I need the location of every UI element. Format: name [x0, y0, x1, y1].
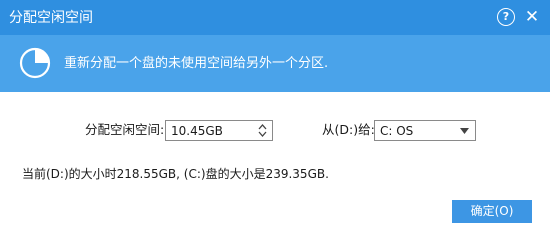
stepper-arrows-icon[interactable] — [258, 123, 267, 138]
ok-button[interactable]: 确定(O) — [452, 200, 532, 223]
window-title: 分配空闲空间 — [9, 10, 93, 26]
size-stepper[interactable]: 10.45GB — [165, 120, 273, 141]
pie-chart-icon — [19, 47, 51, 79]
target-partition-value[interactable]: C: OS — [380, 123, 413, 139]
size-info-text: 当前(D:)的大小时218.55GB, (C:)盘的大小是239.35GB. — [22, 167, 329, 181]
title-bar: 分配空闲空间 ? ✕ — [0, 0, 550, 35]
banner-text: 重新分配一个盘的未使用空间给另外一个分区. — [64, 56, 329, 71]
source-label: 从(D:)给: — [322, 122, 375, 137]
info-banner: 重新分配一个盘的未使用空间给另外一个分区. — [0, 35, 550, 92]
close-button[interactable]: ✕ — [523, 8, 541, 26]
chevron-down-icon[interactable] — [460, 128, 469, 134]
help-button[interactable]: ? — [497, 8, 515, 26]
size-value[interactable]: 10.45GB — [171, 123, 223, 139]
size-label: 分配空闲空间: — [85, 122, 165, 137]
target-partition-select[interactable]: C: OS — [374, 120, 476, 141]
